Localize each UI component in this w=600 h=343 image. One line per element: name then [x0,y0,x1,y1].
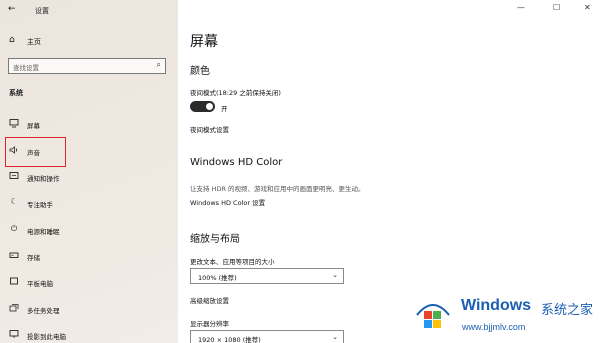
toggle-state-text: 开 [221,105,228,113]
notification-icon [9,171,19,181]
settings-sidebar: ← 设置 ⌂ 主页 查找设置 ⌕ 系统 屏幕 声音 通知和操作 ☾ 专注助手 ⏻… [0,0,178,343]
sidebar-item-project[interactable]: 投影到此电脑 [0,324,178,343]
windows-logo-icon [416,304,450,328]
section-label-system: 系统 [9,89,23,97]
search-input[interactable]: 查找设置 ⌕ [8,58,166,74]
title-bar: ← 设置 [0,0,178,20]
resolution-value: 1920 × 1080 (推荐) [198,336,261,343]
sidebar-item-tablet[interactable]: 平板电脑 [0,271,178,293]
project-icon [9,329,19,339]
sidebar-item-label: 平板电脑 [27,280,53,288]
resolution-label: 显示器分辨率 [190,320,229,328]
watermark-subtitle: 系统之家 [541,303,594,318]
sidebar-item-multitasking[interactable]: 多任务处理 [0,298,178,320]
close-button[interactable]: ✕ [584,3,591,12]
hdr-heading: Windows HD Color [190,157,283,168]
night-mode-toggle[interactable] [190,101,215,112]
night-mode-settings-link[interactable]: 夜间模式设置 [190,124,229,134]
power-icon: ⏻ [10,224,18,233]
app-title: 设置 [35,7,49,15]
color-heading: 颜色 [190,66,210,77]
watermark: Windows 系统之家 www.bjjmlv.com [413,293,598,341]
resolution-dropdown[interactable]: 1920 × 1080 (推荐) ⌄ [190,330,344,343]
advanced-scaling-link[interactable]: 高级缩放设置 [190,295,229,305]
chevron-down-icon: ⌄ [332,333,338,341]
sidebar-item-power[interactable]: ⏻ 电源和睡眠 [0,219,178,241]
monitor-icon [9,118,19,128]
search-icon[interactable]: ⌕ [157,60,161,70]
storage-icon [9,250,19,260]
scale-heading: 缩放与布局 [190,234,240,245]
home-nav-item[interactable]: ⌂ 主页 [0,32,178,50]
chevron-down-icon: ⌄ [332,271,338,279]
multitask-icon [9,303,19,313]
minimize-button[interactable]: — [517,3,525,12]
sidebar-item-label: 存储 [27,254,40,262]
sidebar-item-label: 专注助手 [27,201,53,209]
sidebar-item-display[interactable]: 屏幕 [0,113,178,135]
search-placeholder: 查找设置 [13,64,39,72]
scale-value: 100% (推荐) [198,274,237,282]
tablet-icon [9,276,19,286]
home-icon: ⌂ [9,35,15,45]
sidebar-item-storage[interactable]: 存储 [0,245,178,267]
watermark-url: www.bjjmlv.com [462,322,526,332]
settings-content: — ☐ ✕ 屏幕 颜色 夜间模式(18:29 之前保持关闭) 开 夜间模式设置 … [178,0,600,343]
scale-label: 更改文本、应用等项目的大小 [190,258,275,266]
home-label: 主页 [27,38,41,46]
moon-icon: ☾ [10,197,18,206]
night-mode-label: 夜间模式(18:29 之前保持关闭) [190,89,281,97]
sidebar-item-label: 通知和操作 [27,175,60,183]
back-arrow-icon[interactable]: ← [8,4,16,14]
sidebar-item-focus-assist[interactable]: ☾ 专注助手 [0,192,178,214]
maximize-button[interactable]: ☐ [553,3,560,12]
scale-dropdown[interactable]: 100% (推荐) ⌄ [190,268,344,284]
sidebar-item-notifications[interactable]: 通知和操作 [0,166,178,188]
highlight-annotation [5,137,66,167]
hdr-settings-link[interactable]: Windows HD Color 设置 [190,197,265,207]
sidebar-item-label: 屏幕 [27,122,40,130]
sidebar-item-label: 电源和睡眠 [27,228,60,236]
toggle-knob [206,103,213,110]
hdr-description: 让支持 HDR 的视频、游戏和应用中的画面更明亮、更生动。 [190,185,365,193]
sidebar-item-label: 投影到此电脑 [27,333,66,341]
sidebar-item-label: 多任务处理 [27,307,60,315]
watermark-title: Windows [461,297,532,314]
page-title: 屏幕 [190,34,218,50]
